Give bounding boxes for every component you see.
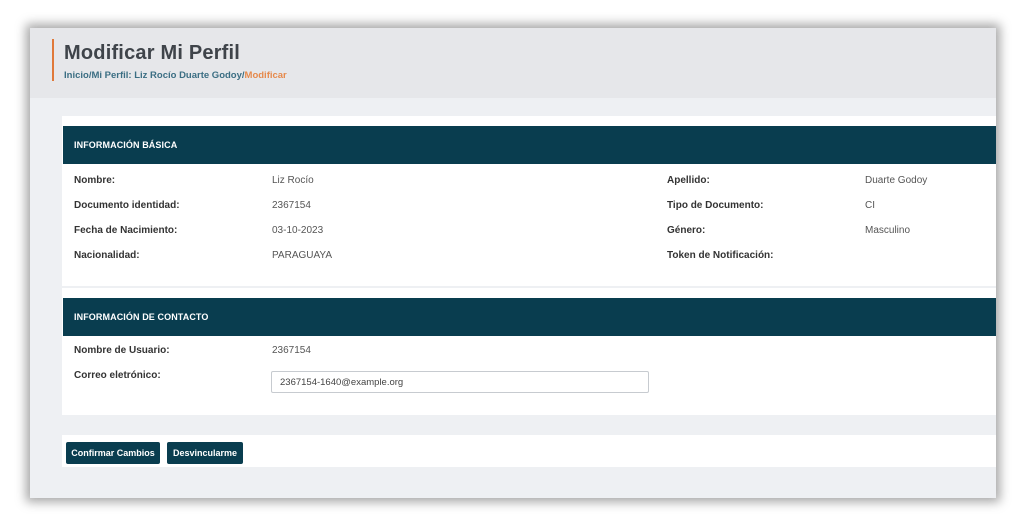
- tipo-documento-value: CI: [865, 200, 875, 211]
- basic-info-card: INFORMACIÓN BÁSICA Nombre: Liz Rocío Ape…: [62, 116, 996, 286]
- nacionalidad-label: Nacionalidad:: [74, 250, 140, 261]
- token-label: Token de Notificación:: [667, 250, 774, 261]
- unlink-button[interactable]: Desvincularme: [167, 442, 243, 464]
- confirm-changes-button[interactable]: Confirmar Cambios: [66, 442, 160, 464]
- usuario-label: Nombre de Usuario:: [74, 345, 170, 356]
- action-bar: Confirmar Cambios Desvincularme: [62, 435, 996, 467]
- email-field[interactable]: [271, 371, 649, 393]
- nombre-label: Nombre:: [74, 175, 116, 186]
- nombre-value: Liz Rocío: [272, 175, 314, 186]
- app-window: Modificar Mi Perfil Inicio/Mi Perfil: Li…: [30, 28, 996, 498]
- contact-info-header: INFORMACIÓN DE CONTACTO: [63, 298, 996, 336]
- contact-info-card: INFORMACIÓN DE CONTACTO Nombre de Usuari…: [62, 288, 996, 415]
- page-header: Modificar Mi Perfil Inicio/Mi Perfil: Li…: [30, 28, 996, 98]
- breadcrumb-home-link[interactable]: Inicio: [64, 70, 89, 81]
- breadcrumb-profile-link[interactable]: Mi Perfil: Liz Rocío Duarte Godoy: [91, 70, 241, 81]
- fecha-nacimiento-value: 03-10-2023: [272, 225, 324, 236]
- usuario-value: 2367154: [272, 345, 311, 356]
- basic-info-header: INFORMACIÓN BÁSICA: [63, 126, 996, 164]
- documento-value: 2367154: [272, 200, 311, 211]
- basic-info-title: INFORMACIÓN BÁSICA: [74, 140, 178, 150]
- fecha-nacimiento-label: Fecha de Nacimiento:: [74, 225, 178, 236]
- header-accent-bar: [52, 39, 54, 81]
- documento-label: Documento identidad:: [74, 200, 180, 211]
- breadcrumb-current: Modificar: [244, 70, 287, 81]
- apellido-label: Apellido:: [667, 175, 710, 186]
- breadcrumb: Inicio/Mi Perfil: Liz Rocío Duarte Godoy…: [64, 70, 287, 81]
- genero-label: Género:: [667, 225, 706, 236]
- nacionalidad-value: PARAGUAYA: [272, 250, 333, 261]
- genero-value: Masculino: [865, 225, 911, 236]
- contact-info-title: INFORMACIÓN DE CONTACTO: [74, 312, 209, 322]
- correo-label: Correo eletrónico:: [74, 370, 161, 381]
- page-title: Modificar Mi Perfil: [64, 42, 241, 64]
- tipo-documento-label: Tipo de Documento:: [667, 200, 764, 211]
- apellido-value: Duarte Godoy: [865, 175, 928, 186]
